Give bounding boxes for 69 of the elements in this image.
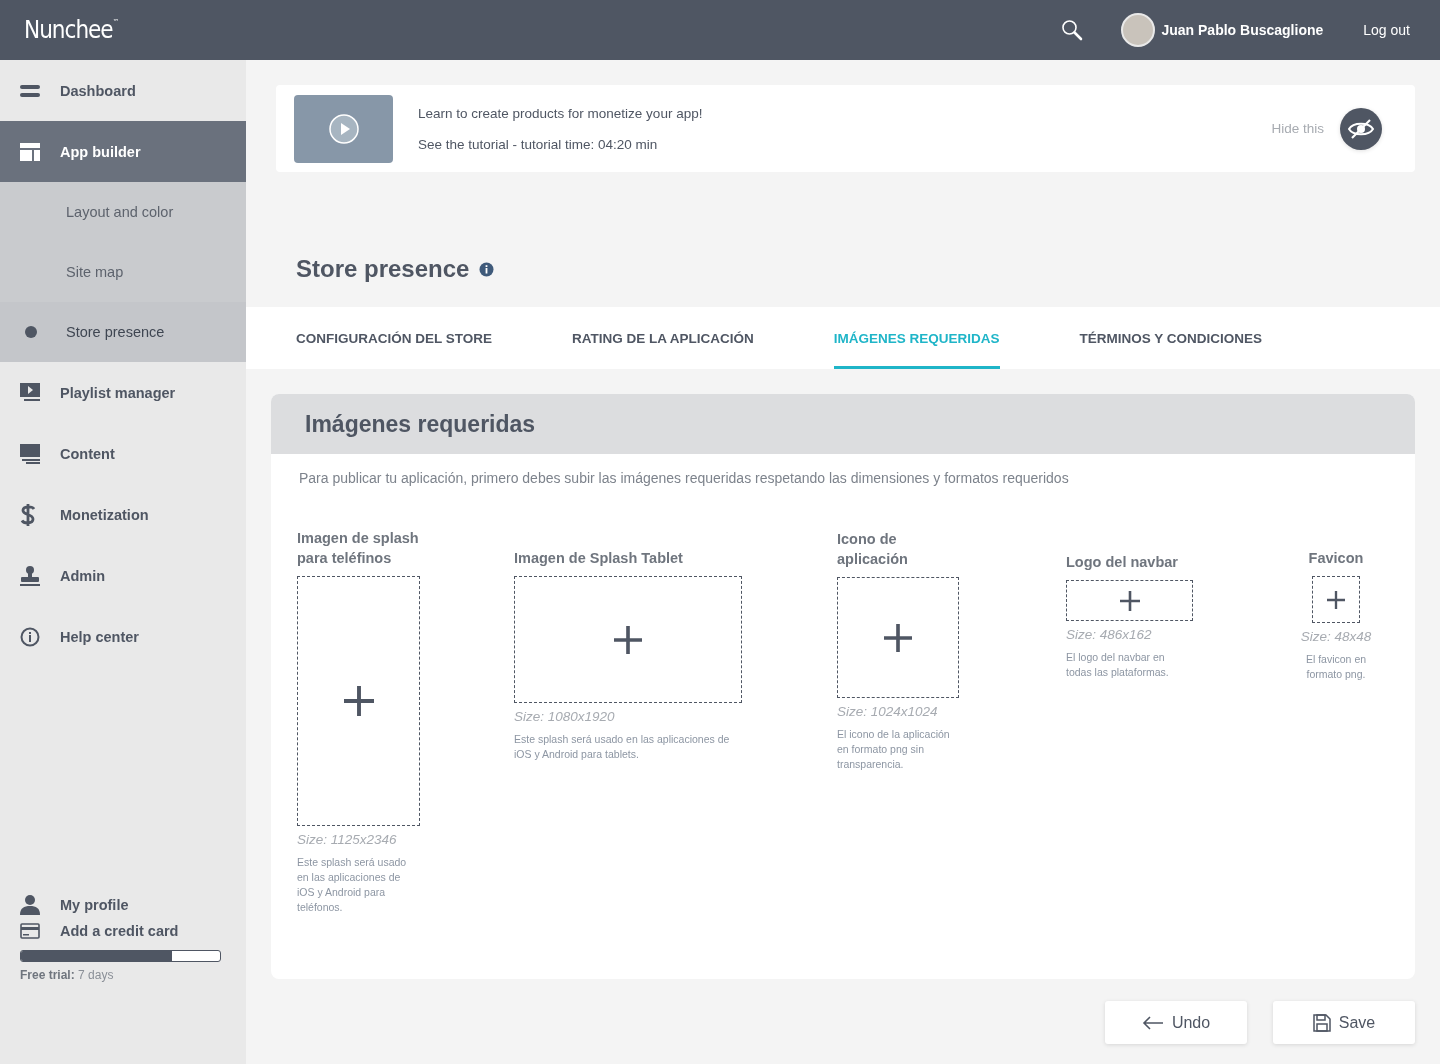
plus-icon: [884, 623, 912, 652]
plus-icon: [1327, 590, 1345, 609]
upload-label: Imagen de Splash Tablet: [514, 549, 683, 568]
eye-off-icon: [1348, 117, 1374, 140]
dollar-icon: [20, 503, 36, 526]
sidebar-item[interactable]: Dashboard: [0, 60, 246, 121]
upload-dropzone[interactable]: [837, 577, 959, 698]
stamp-icon: [20, 565, 40, 586]
plus-icon: [614, 625, 642, 654]
upload-dropzone[interactable]: [1066, 580, 1193, 621]
submenu-item[interactable]: Site map: [0, 242, 246, 302]
current-dot-icon: [25, 326, 37, 338]
person-icon: [20, 895, 40, 915]
tutorial-text: Learn to create products for monetize your app!: [418, 105, 704, 121]
plus-icon: [343, 686, 374, 716]
upload-dropzone[interactable]: [1312, 576, 1360, 623]
tab[interactable]: RATING DE LA APLICACIÓN: [572, 307, 754, 369]
sidebar-item[interactable]: Playlist manager: [0, 362, 246, 423]
plus-icon: [1119, 590, 1140, 611]
page-title: Store presence: [296, 255, 470, 283]
hide-button[interactable]: [1340, 107, 1382, 150]
upload-dropzone[interactable]: [514, 576, 742, 703]
section-intro: Para publicar tu aplicación, primero debes subir las imágenes requeridas respetando las dimensiones y formatos requeridos: [299, 470, 1070, 486]
upload-description: Este splash será usado en las aplicaciones de iOS y Android para teléfonos.: [297, 855, 408, 915]
monitor-icon: [20, 443, 40, 464]
info-icon: [20, 626, 40, 647]
menu-icon: [20, 83, 40, 98]
submenu-item[interactable]: Store presence: [0, 302, 246, 362]
arrow-left-icon: [1141, 1015, 1164, 1030]
save-button[interactable]: Save: [1273, 1001, 1415, 1044]
tab[interactable]: TÉRMINOS Y CONDICIONES: [1079, 307, 1263, 369]
size-text: Size: 1080x1920: [514, 709, 615, 724]
sidebar-item[interactable]: App builder: [0, 121, 246, 182]
upload-description: Este splash será usado en las aplicaciones de iOS y Android para tablets.: [514, 732, 731, 762]
sidebar-item[interactable]: Monetization: [0, 484, 246, 545]
sidebar-item[interactable]: Admin: [0, 545, 246, 606]
tutorial-link[interactable]: See the tutorial - tutorial time: 04:20 min: [418, 136, 1272, 152]
play-icon: [327, 112, 360, 145]
size-text: Size: 1125x2346: [297, 832, 397, 847]
size-text: Size: 486x162: [1066, 627, 1152, 642]
upload-label: Icono de aplicación: [837, 530, 909, 569]
sidebar-item[interactable]: Help center: [0, 606, 246, 667]
section-title: Imágenes requeridas: [305, 410, 536, 438]
upload-description: El logo del navbar en todas las plataformas.: [1066, 650, 1170, 680]
submenu-item[interactable]: Layout and color: [0, 182, 246, 242]
info-icon[interactable]: [479, 261, 495, 277]
undo-button[interactable]: Undo: [1105, 1001, 1247, 1044]
upload-dropzone[interactable]: [297, 576, 420, 826]
upload-description: El favicon en formato png.: [1304, 652, 1368, 682]
credit-card-icon: [20, 923, 40, 939]
avatar[interactable]: [1121, 13, 1156, 47]
size-text: Size: 1024x1024: [837, 704, 938, 719]
user-name[interactable]: Juan Pablo Buscaglione: [1161, 22, 1324, 38]
sidebar-link[interactable]: My profile: [0, 892, 246, 918]
size-text: Size: 48x48: [1300, 629, 1372, 644]
hide-label: Hide this: [1271, 121, 1324, 136]
search-icon[interactable]: [1061, 19, 1084, 41]
monitor-play-icon: [20, 382, 40, 403]
logout-link[interactable]: Log out: [1363, 22, 1410, 38]
layout-icon: [20, 142, 40, 161]
sidebar-item[interactable]: Content: [0, 423, 246, 484]
trial-text: Free trial: 7 days: [20, 968, 115, 982]
tab[interactable]: CONFIGURACIÓN DEL STORE: [296, 307, 492, 369]
upload-label: Logo del navbar: [1066, 553, 1178, 572]
upload-label: Imagen de splash para teléfinos: [297, 529, 420, 568]
upload-description: El icono de la aplicación en formato png sin transparencia.: [837, 727, 951, 772]
sidebar-link[interactable]: Add a credit card: [0, 918, 246, 944]
video-thumbnail[interactable]: [294, 94, 393, 163]
upload-label: Favicon: [1308, 549, 1364, 568]
